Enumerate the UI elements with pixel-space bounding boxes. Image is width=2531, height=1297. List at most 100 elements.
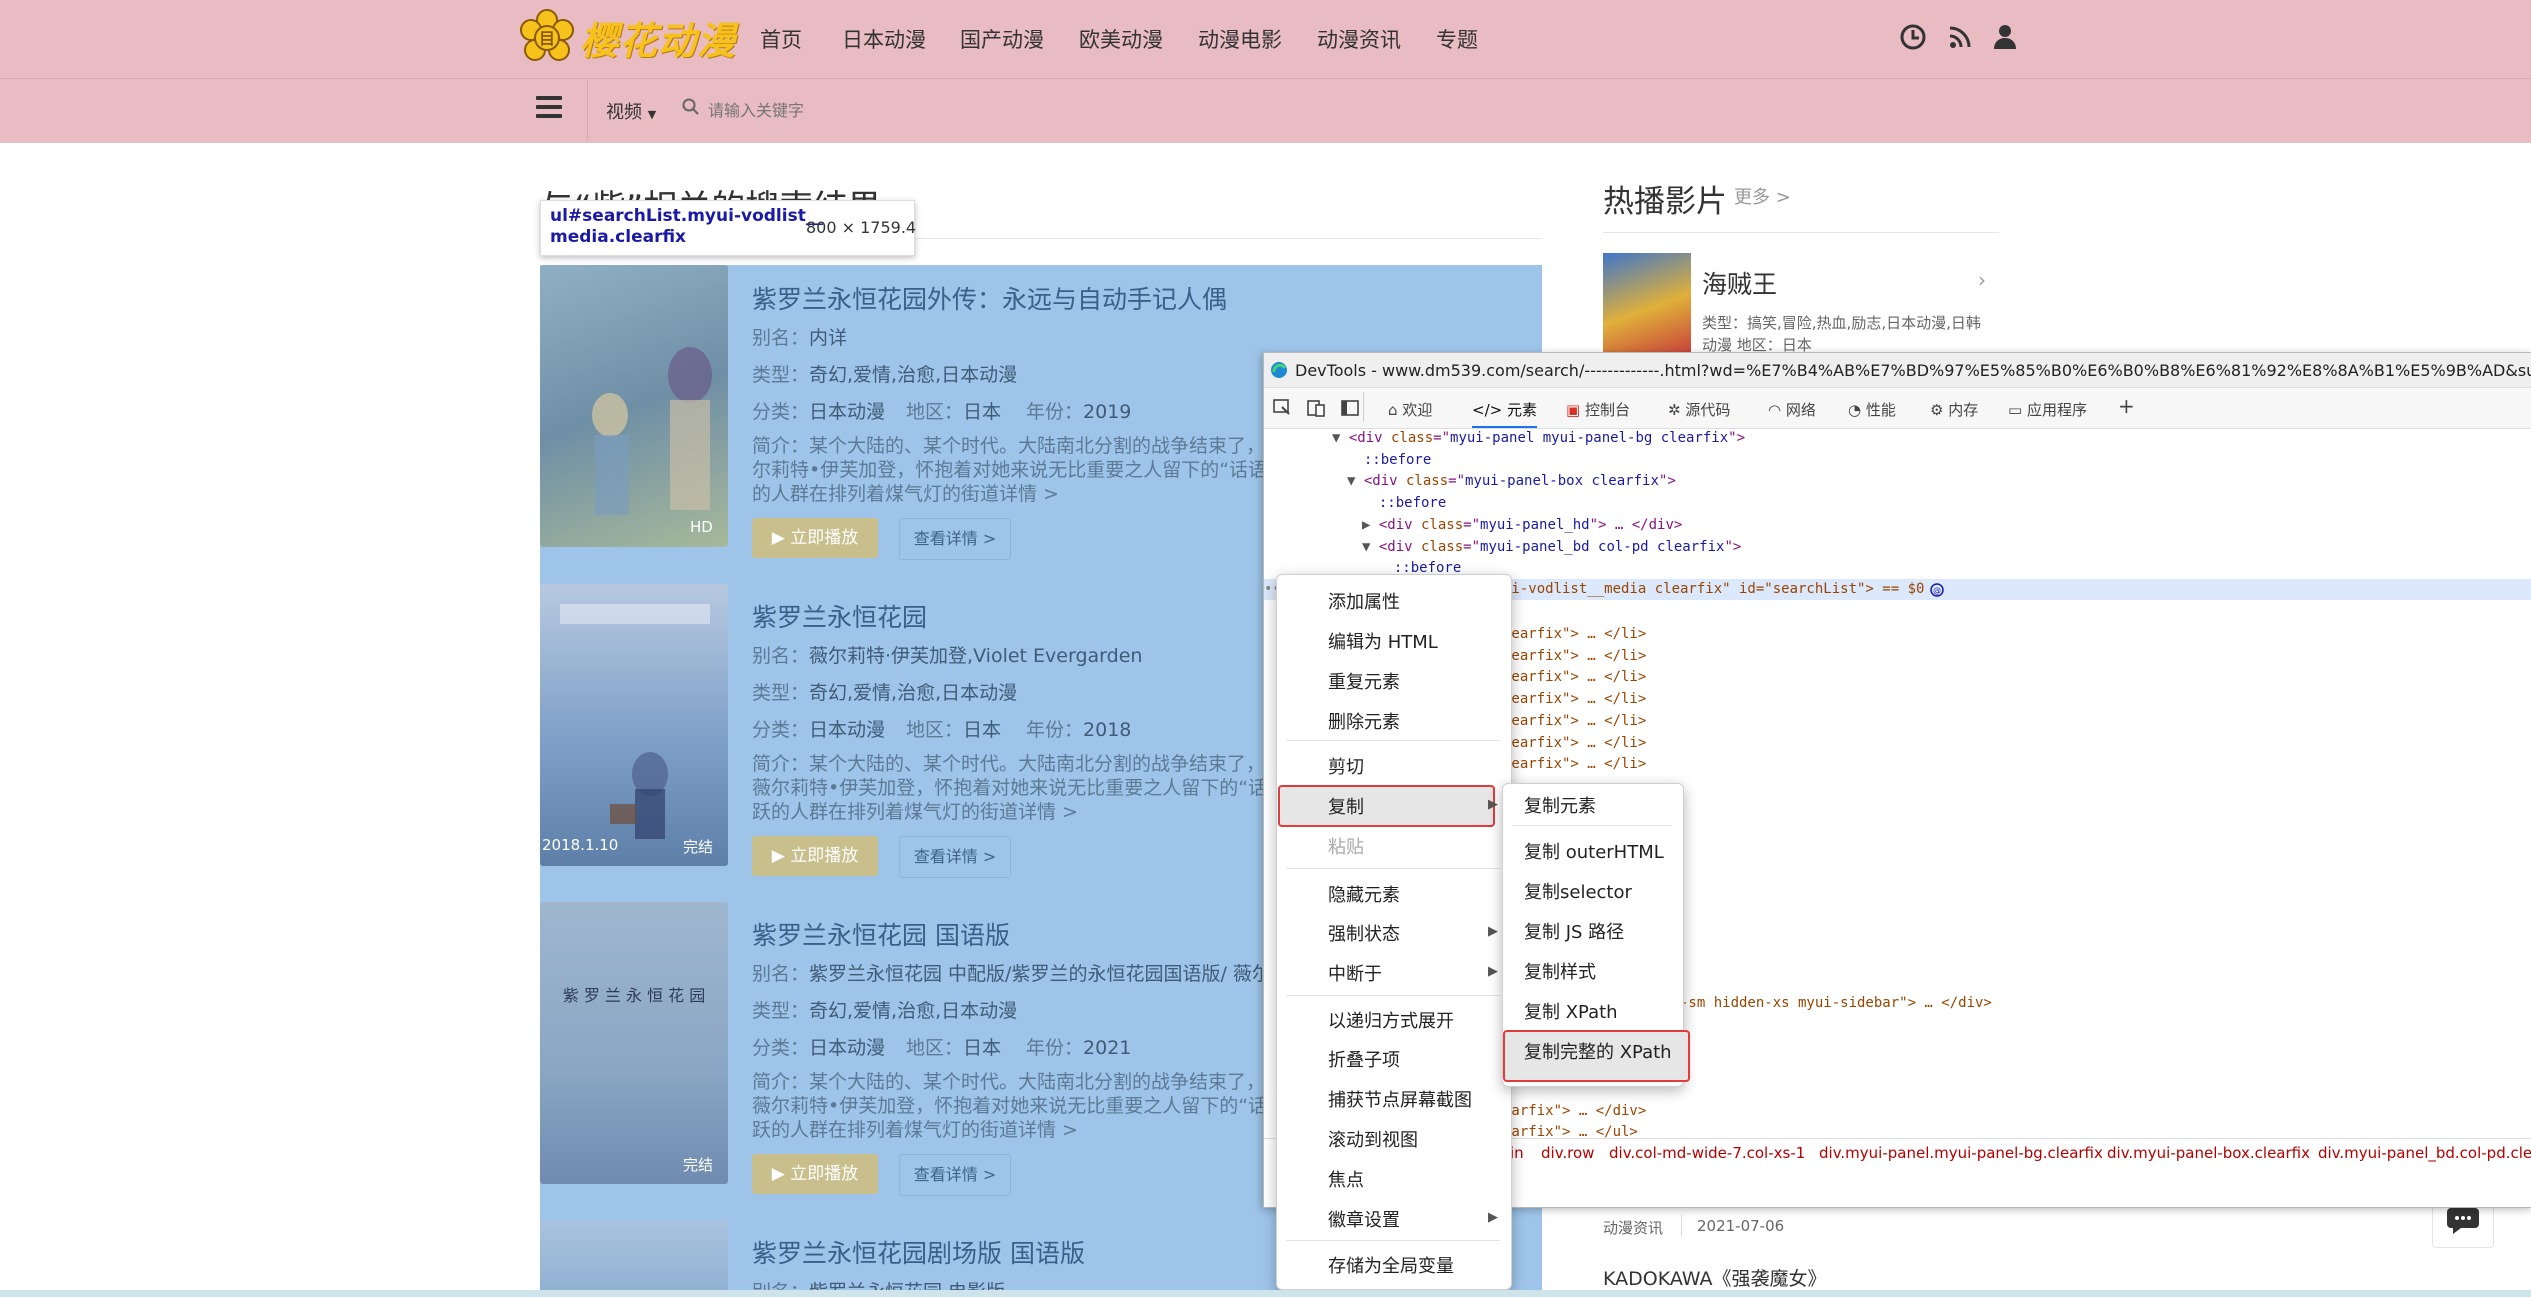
result-title[interactable]: 紫罗兰永恒花园 — [752, 598, 927, 634]
menu-focus[interactable]: 焦点 — [1328, 1166, 1364, 1192]
nav-home[interactable]: 首页 — [760, 24, 802, 54]
menu-delete-element[interactable]: 删除元素 — [1328, 708, 1400, 734]
menu-copy-element[interactable]: 复制元素 — [1524, 792, 1596, 818]
poster-image[interactable] — [540, 1220, 728, 1297]
menu-break-on[interactable]: 中断于 — [1328, 960, 1382, 986]
menu-copy-styles[interactable]: 复制样式 — [1524, 958, 1596, 984]
dom-node-line[interactable]: ▼ <div class="myui-panel_bd col-pd clear… — [1362, 539, 1741, 555]
dom-li-line[interactable]: learfix"> … </li> — [1503, 754, 1646, 776]
breadcrumb-item[interactable]: div.col-md-wide-7.col-xs-1 — [1609, 1144, 1805, 1162]
tab-sources[interactable]: ✲ 源代码 — [1668, 399, 1730, 420]
menu-capture-node-screenshot[interactable]: 捕获节点屏幕截图 — [1328, 1086, 1472, 1112]
dom-li-line[interactable]: learfix"> … </li> — [1503, 624, 1646, 646]
dock-side-icon[interactable] — [1340, 398, 1360, 418]
expanded-arrow-icon[interactable]: ▼ — [1362, 539, 1379, 555]
chevron-right-icon[interactable]: › — [1978, 268, 1986, 292]
add-tab-icon[interactable]: + — [2118, 394, 2135, 418]
description-line[interactable]: 跃的人群在排列着煤气灯的街道详情 > — [752, 1118, 1282, 1142]
menu-force-state[interactable]: 强制状态 — [1328, 920, 1400, 946]
tab-welcome[interactable]: ⌂ 欢迎 — [1388, 399, 1432, 420]
dom-li-line[interactable]: learfix"> … </li> — [1503, 689, 1646, 711]
badge-icon[interactable]: @ — [1930, 583, 1944, 597]
result-title[interactable]: 紫罗兰永恒花园外传：永远与自动手记人偶 — [752, 280, 1227, 316]
poster-image[interactable] — [540, 265, 728, 547]
breadcrumb-item[interactable]: div.myui-panel_bd.col-pd.clea — [2318, 1144, 2531, 1162]
inspect-icon[interactable] — [1272, 398, 1292, 418]
hamburger-menu-icon[interactable] — [536, 96, 562, 120]
menu-copy-outerhtml[interactable]: 复制 outerHTML — [1524, 838, 1664, 864]
search-input[interactable] — [700, 93, 1310, 127]
dom-node-line[interactable]: ::before — [1347, 452, 1431, 468]
play-now-button[interactable]: ▶ 立即播放 — [752, 518, 878, 558]
dom-li-line[interactable]: learfix"> … </li> — [1503, 646, 1646, 668]
menu-collapse-children[interactable]: 折叠子项 — [1328, 1046, 1400, 1072]
menu-copy-full-xpath[interactable]: 复制完整的 XPath — [1524, 1038, 1672, 1064]
breadcrumb-item[interactable]: div.row — [1541, 1144, 1594, 1162]
more-link[interactable]: 更多 > — [1734, 183, 1791, 209]
nav-japanese-anime[interactable]: 日本动漫 — [842, 24, 926, 54]
menu-cut[interactable]: 剪切 — [1328, 753, 1364, 779]
dom-sidebar-line[interactable]: -sm hidden-xs myui-sidebar"> … </div> — [1680, 995, 1992, 1011]
collapsed-arrow-icon[interactable]: ▶ — [1362, 517, 1379, 533]
news-tag[interactable]: 动漫资讯 — [1603, 1217, 1663, 1238]
nav-western-anime[interactable]: 欧美动漫 — [1079, 24, 1163, 54]
dom-li-line[interactable]: learfix"> … </li> — [1503, 667, 1646, 689]
poster-image[interactable] — [540, 584, 728, 866]
menu-copy[interactable]: 复制 — [1328, 793, 1364, 819]
view-details-button[interactable]: 查看详情 > — [899, 1154, 1011, 1196]
play-now-button[interactable]: ▶ 立即播放 — [752, 836, 878, 876]
description-line[interactable]: 跃的人群在排列着煤气灯的街道详情 > — [752, 800, 1282, 824]
menu-expand-recursively[interactable]: 以递归方式展开 — [1328, 1007, 1454, 1033]
rss-icon[interactable] — [1945, 22, 1975, 52]
play-now-button[interactable]: ▶ 立即播放 — [752, 1154, 878, 1194]
nav-chinese-anime[interactable]: 国产动漫 — [960, 24, 1044, 54]
tab-application[interactable]: ▭ 应用程序 — [2008, 399, 2087, 420]
nav-anime-news[interactable]: 动漫资讯 — [1317, 24, 1401, 54]
expanded-arrow-icon[interactable]: ▼ — [1332, 430, 1349, 446]
dom-li-line[interactable]: learfix"> … </li> — [1503, 733, 1646, 755]
result-title[interactable]: 紫罗兰永恒花园 国语版 — [752, 916, 1010, 952]
expanded-arrow-icon[interactable]: ▼ — [1347, 473, 1364, 489]
search-category-dropdown[interactable]: 视频 ▼ — [606, 98, 656, 124]
news-title[interactable]: KADOKAWA《强袭魔女》 — [1603, 1264, 1827, 1291]
tab-console[interactable]: ▣ 控制台 — [1566, 399, 1630, 420]
view-details-button[interactable]: 查看详情 > — [899, 518, 1011, 560]
menu-copy-js-path[interactable]: 复制 JS 路径 — [1524, 918, 1624, 944]
search-icon[interactable] — [682, 98, 700, 116]
breadcrumb-item[interactable]: div.myui-panel.myui-panel-bg.clearfix — [1819, 1144, 2103, 1162]
device-emulation-icon[interactable] — [1306, 398, 1326, 418]
view-details-button[interactable]: 查看详情 > — [899, 836, 1011, 878]
description-line[interactable]: 的人群在排列着煤气灯的街道详情 > — [752, 482, 1282, 506]
menu-edit-as-html[interactable]: 编辑为 HTML — [1328, 628, 1438, 654]
menu-scroll-into-view[interactable]: 滚动到视图 — [1328, 1126, 1418, 1152]
nav-topics[interactable]: 专题 — [1436, 24, 1478, 54]
poster-image[interactable]: 紫 罗 兰 永 恒 花 园 — [540, 902, 728, 1184]
menu-hide-element[interactable]: 隐藏元素 — [1328, 881, 1400, 907]
dom-node-line[interactable]: ▼ <div class="myui-panel myui-panel-bg c… — [1332, 430, 1745, 446]
nav-anime-movies[interactable]: 动漫电影 — [1198, 24, 1282, 54]
dom-li-line[interactable]: learfix"> … </li> — [1503, 711, 1646, 733]
logo-icon[interactable]: 目 — [517, 8, 577, 68]
result-title[interactable]: 紫罗兰永恒花园剧场版 国语版 — [752, 1234, 1085, 1270]
menu-add-attribute[interactable]: 添加属性 — [1328, 588, 1400, 614]
dom-node-line[interactable]: ::before — [1362, 495, 1446, 511]
menu-copy-xpath[interactable]: 复制 XPath — [1524, 998, 1618, 1024]
dom-node-line[interactable]: ▶ <div class="myui-panel_hd"> … </div> — [1362, 517, 1682, 533]
breadcrumb-item[interactable]: in — [1510, 1144, 1524, 1162]
user-icon[interactable] — [1990, 22, 2020, 52]
menu-duplicate-element[interactable]: 重复元素 — [1328, 668, 1400, 694]
dom-tail-line[interactable]: earfix"> … </div> — [1503, 1103, 1646, 1119]
menu-store-as-global-variable[interactable]: 存储为全局变量 — [1328, 1252, 1454, 1278]
tab-performance[interactable]: ◔ 性能 — [1848, 399, 1896, 420]
site-logo-text[interactable]: 樱花动漫 — [580, 10, 736, 65]
menu-copy-selector[interactable]: 复制selector — [1524, 878, 1632, 904]
tab-memory[interactable]: ⚙ 内存 — [1930, 399, 1978, 420]
tab-elements[interactable]: </> 元素 — [1472, 399, 1537, 428]
hot-item-title[interactable]: 海贼王 — [1702, 265, 1777, 301]
dom-node-line[interactable]: ▼ <div class="myui-panel-box clearfix"> — [1347, 473, 1676, 489]
history-icon[interactable] — [1898, 22, 1928, 52]
breadcrumb-item[interactable]: div.myui-panel-box.clearfix — [2107, 1144, 2310, 1162]
menu-badge-settings[interactable]: 徽章设置 — [1328, 1206, 1400, 1232]
hot-item-poster[interactable] — [1603, 253, 1691, 353]
tab-network[interactable]: ◠ 网络 — [1768, 399, 1816, 420]
